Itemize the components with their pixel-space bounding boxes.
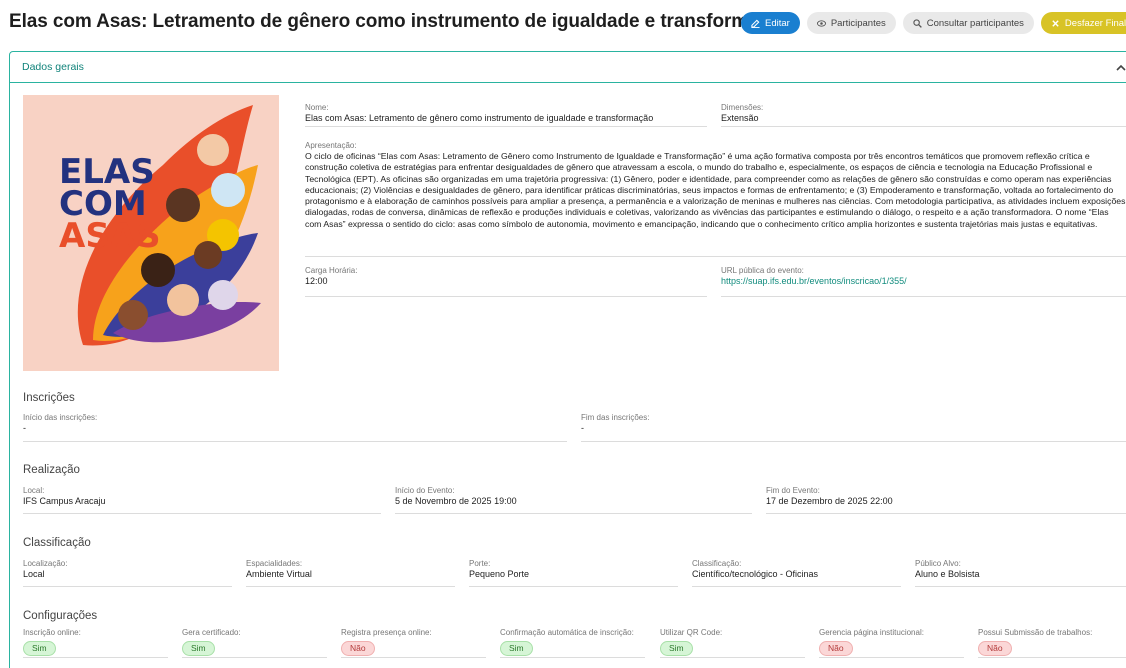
field-label: Registra presença online: xyxy=(341,628,432,637)
consult-participants-button-label: Consultar participantes xyxy=(926,17,1024,29)
status-badge: Sim xyxy=(500,641,533,656)
edit-button-label: Editar xyxy=(765,17,790,29)
field-value: IFS Campus Aracaju xyxy=(23,496,106,506)
page-header: Elas com Asas: Letramento de gênero como… xyxy=(0,0,1126,46)
action-bar: Editar Participantes Consultar participa… xyxy=(741,12,1126,34)
field-value: Extensão xyxy=(721,113,759,123)
config-qr-code: Utilizar QR Code: Sim xyxy=(660,628,805,658)
config-gera-certificado: Gera certificado: Sim xyxy=(182,628,327,658)
field-carga-horaria: Carga Horária: 12:00 xyxy=(305,266,707,297)
field-fim-inscricoes: Fim das inscrições: - xyxy=(581,413,1126,442)
field-value: Ambiente Virtual xyxy=(246,569,312,579)
cover-text-line-3: ASAS xyxy=(59,216,161,256)
status-badge: Sim xyxy=(23,641,56,656)
field-nome: Nome: Elas com Asas: Letramento de gêner… xyxy=(305,103,707,127)
field-label: Inscrição online: xyxy=(23,628,81,637)
panel-title: Dados gerais xyxy=(22,61,84,73)
config-confirmacao-automatica: Confirmação automática de inscrição: Sim xyxy=(500,628,645,658)
status-badge: Não xyxy=(341,641,375,656)
field-label: Confirmação automática de inscrição: xyxy=(500,628,634,637)
field-value: 17 de Dezembro de 2025 22:00 xyxy=(766,496,893,506)
participants-button-label: Participantes xyxy=(830,17,886,29)
config-pagina-institucional: Gerencia página institucional: Não xyxy=(819,628,964,658)
field-publico-alvo: Público Alvo: Aluno e Bolsista xyxy=(915,559,1126,587)
undo-finalization-button-label: Desfazer Finalização xyxy=(1064,17,1126,29)
field-value: Local xyxy=(23,569,45,579)
field-inicio-evento: Início do Evento: 5 de Novembro de 2025 … xyxy=(395,486,752,514)
field-label: Porte: xyxy=(469,559,491,568)
field-label: Carga Horária: xyxy=(305,266,358,275)
panel-header[interactable]: Dados gerais xyxy=(10,52,1126,83)
search-icon xyxy=(913,18,922,28)
field-value: 12:00 xyxy=(305,276,328,286)
edit-button[interactable]: Editar xyxy=(741,12,800,34)
field-label: Localização: xyxy=(23,559,68,568)
section-title-classificacao: Classificação xyxy=(23,537,91,549)
section-title-inscricoes: Inscrições xyxy=(23,392,75,404)
field-label: URL pública do evento: xyxy=(721,266,804,275)
field-value: 5 de Novembro de 2025 19:00 xyxy=(395,496,517,506)
config-registra-presenca: Registra presença online: Não xyxy=(341,628,486,658)
field-dimensoes: Dimensões: Extensão xyxy=(721,103,1126,127)
event-cover-image: ELAS COM ASAS xyxy=(23,95,279,371)
field-label: Público Alvo: xyxy=(915,559,961,568)
field-label: Gerencia página institucional: xyxy=(819,628,924,637)
status-badge: Não xyxy=(819,641,853,656)
field-value: Elas com Asas: Letramento de gênero como… xyxy=(305,113,654,123)
close-icon xyxy=(1052,19,1059,27)
field-value: Pequeno Porte xyxy=(469,569,530,579)
config-submissao-trabalhos: Possui Submissão de trabalhos: Não xyxy=(978,628,1126,658)
field-label: Início do Evento: xyxy=(395,486,455,495)
field-label: Local: xyxy=(23,486,45,495)
field-label: Fim do Evento: xyxy=(766,486,820,495)
field-label: Gera certificado: xyxy=(182,628,241,637)
field-label: Início das inscrições: xyxy=(23,413,98,422)
field-label: Apresentação: xyxy=(305,141,357,150)
participants-button[interactable]: Participantes xyxy=(806,12,896,34)
status-badge: Sim xyxy=(660,641,693,656)
chevron-up-icon[interactable] xyxy=(1115,62,1126,74)
field-label: Classificação: xyxy=(692,559,742,568)
field-localizacao: Localização: Local xyxy=(23,559,232,587)
page-title: Elas com Asas: Letramento de gênero como… xyxy=(9,11,792,32)
field-fim-evento: Fim do Evento: 17 de Dezembro de 2025 22… xyxy=(766,486,1126,514)
field-value: Científico/tecnológico - Oficinas xyxy=(692,569,819,579)
field-inicio-inscricoes: Início das inscrições: - xyxy=(23,413,567,442)
status-badge: Sim xyxy=(182,641,215,656)
field-value: Aluno e Bolsista xyxy=(915,569,980,579)
field-url-publica: URL pública do evento: https://suap.ifs.… xyxy=(721,266,1126,297)
field-value: - xyxy=(581,423,584,433)
edit-icon xyxy=(751,19,760,28)
field-label: Espacialidades: xyxy=(246,559,303,568)
field-label: Nome: xyxy=(305,103,329,112)
field-value: - xyxy=(23,423,26,433)
field-espacialidades: Espacialidades: Ambiente Virtual xyxy=(246,559,455,587)
event-cover-illustration: ELAS COM ASAS xyxy=(23,95,279,371)
field-local: Local: IFS Campus Aracaju xyxy=(23,486,381,514)
status-badge: Não xyxy=(978,641,1012,656)
consult-participants-button[interactable]: Consultar participantes xyxy=(902,12,1034,34)
undo-finalization-button[interactable]: Desfazer Finalização xyxy=(1040,12,1126,34)
field-label: Dimensões: xyxy=(721,103,764,112)
field-value: O ciclo de oficinas “Elas com Asas: Letr… xyxy=(305,151,1126,229)
field-label: Fim das inscrições: xyxy=(581,413,650,422)
section-title-configuracoes: Configurações xyxy=(23,610,98,622)
public-url-link[interactable]: https://suap.ifs.edu.br/eventos/inscrica… xyxy=(721,276,1126,287)
field-classificacao: Classificação: Científico/tecnológico - … xyxy=(692,559,901,587)
section-title-realizacao: Realização xyxy=(23,464,80,476)
config-inscricao-online: Inscrição online: Sim xyxy=(23,628,168,658)
field-apresentacao: Apresentação: O ciclo de oficinas “Elas … xyxy=(305,141,1126,257)
field-porte: Porte: Pequeno Porte xyxy=(469,559,678,587)
eye-icon xyxy=(816,19,826,27)
field-label: Utilizar QR Code: xyxy=(660,628,723,637)
field-label: Possui Submissão de trabalhos: xyxy=(978,628,1093,637)
